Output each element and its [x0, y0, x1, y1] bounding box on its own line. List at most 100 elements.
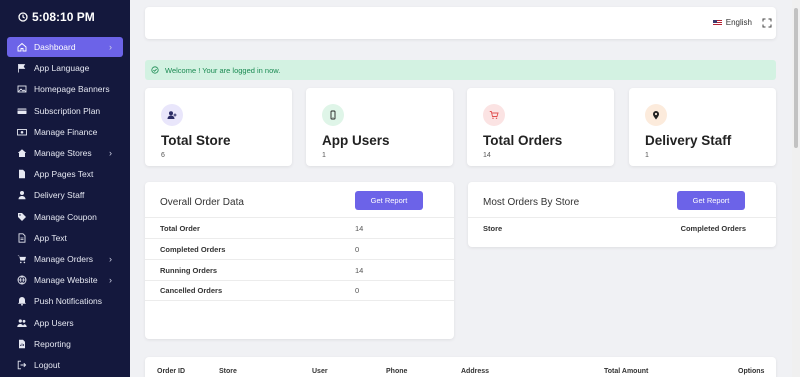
sidebar-item-label: App Pages Text [34, 169, 94, 180]
report-icon [16, 338, 27, 349]
globe-icon [16, 275, 27, 286]
expand-icon[interactable] [762, 18, 772, 28]
column-header: Order ID [157, 368, 186, 375]
sidebar-item-label: Manage Orders [34, 254, 94, 264]
sidebar: 5:08:10 PM Dashboard › App Language Homepag… [0, 0, 130, 377]
column-header: Phone [386, 368, 408, 375]
user-icon [16, 190, 27, 201]
language-label: English [725, 18, 752, 27]
sidebar-item-homepage-banners[interactable]: Homepage Banners [7, 79, 123, 99]
clock-time: 5:08:10 PM [32, 10, 95, 24]
sidebar-item-label: Manage Website [34, 275, 98, 286]
stat-value: 1 [645, 152, 649, 159]
logout-icon [16, 360, 27, 371]
chevron-right-icon: › [109, 42, 112, 52]
get-report-button[interactable]: Get Report [677, 191, 745, 210]
stat-title: Total Orders [483, 133, 563, 148]
sidebar-item-reporting[interactable]: Reporting [7, 334, 123, 354]
stat-card-total-orders[interactable]: Total Orders 14 [467, 88, 614, 166]
table-row: Total Order 14 [145, 217, 454, 238]
column-header-completed: Completed Orders [680, 223, 746, 233]
us-flag-icon [712, 19, 722, 26]
image-icon [16, 84, 27, 95]
sidebar-item-app-text[interactable]: App Text [7, 228, 123, 248]
chevron-right-icon: › [109, 275, 112, 286]
column-header-store: Store [483, 223, 503, 233]
store-icon [16, 148, 27, 159]
sidebar-item-subscription-plan[interactable]: Subscription Plan [7, 101, 123, 121]
sidebar-item-manage-stores[interactable]: Manage Stores › [7, 143, 123, 163]
overall-order-panel: Overall Order Data Get Report Total Orde… [145, 182, 454, 339]
table-row: Running Orders 14 [145, 259, 454, 280]
column-header: Address [461, 368, 490, 375]
stat-card-app-users[interactable]: App Users 1 [306, 88, 453, 166]
most-orders-panel: Most Orders By Store Get Report Store Co… [468, 182, 776, 247]
sidebar-item-label: Manage Finance [34, 126, 98, 137]
sidebar-item-label: Dashboard [34, 42, 76, 52]
sidebar-item-push-notifications[interactable]: Push Notifications [7, 291, 123, 311]
orders-table: Order ID Store User Phone Address Total … [145, 357, 776, 377]
row-label: Running Orders [160, 265, 218, 275]
sidebar-item-manage-finance[interactable]: Manage Finance [7, 122, 123, 142]
sidebar-item-label: Delivery Staff [34, 190, 85, 201]
text-file-icon [16, 232, 27, 243]
credit-card-icon [16, 105, 27, 116]
sidebar-item-label: App Text [34, 232, 67, 243]
panel-title: Overall Order Data [160, 197, 244, 208]
chevron-right-icon: › [109, 148, 112, 158]
sidebar-item-manage-coupon[interactable]: Manage Coupon [7, 207, 123, 227]
table-row: Cancelled Orders 0 [145, 280, 454, 301]
row-value: 14 [355, 265, 364, 275]
phone-icon [322, 104, 344, 126]
clock-icon [18, 12, 28, 22]
row-label: Cancelled Orders [160, 286, 223, 295]
sidebar-item-app-pages-text[interactable]: App Pages Text [7, 164, 123, 184]
language-selector[interactable]: English [712, 18, 752, 27]
stat-value: 14 [483, 152, 491, 159]
home-icon [16, 42, 27, 53]
column-header: User [312, 368, 328, 375]
sidebar-item-label: Subscription Plan [34, 105, 101, 116]
table-header-row: Store Completed Orders [468, 217, 776, 238]
stat-card-delivery-staff[interactable]: Delivery Staff 1 [629, 88, 776, 166]
sidebar-item-app-language[interactable]: App Language [7, 58, 123, 78]
sidebar-item-label: Logout [34, 360, 60, 370]
chevron-right-icon: › [109, 254, 112, 264]
row-label: Total Order [160, 223, 200, 233]
sidebar-item-dashboard[interactable]: Dashboard › [7, 37, 123, 57]
sidebar-item-label: Homepage Banners [34, 84, 110, 95]
stat-title: Delivery Staff [645, 133, 732, 148]
clock: 5:08:10 PM [0, 0, 130, 34]
money-icon [16, 126, 27, 137]
sidebar-item-manage-website[interactable]: Manage Website › [7, 270, 123, 290]
row-value: 14 [355, 223, 364, 233]
stat-value: 6 [161, 152, 165, 159]
sidebar-item-label: App Users [34, 317, 74, 328]
sidebar-item-delivery-staff[interactable]: Delivery Staff [7, 185, 123, 205]
top-bar: English [145, 7, 776, 39]
scrollbar-thumb[interactable] [794, 8, 798, 148]
alert-text: Welcome ! Your are logged in now. [165, 65, 281, 75]
stat-title: Total Store [161, 133, 231, 148]
column-header: Options [738, 368, 765, 375]
sidebar-item-app-users[interactable]: App Users [7, 313, 123, 333]
success-alert: Welcome ! Your are logged in now. [145, 60, 776, 80]
cart-icon [483, 104, 505, 126]
panel-title: Most Orders By Store [483, 197, 580, 208]
get-report-button[interactable]: Get Report [355, 191, 423, 210]
stat-card-total-store[interactable]: Total Store 6 [145, 88, 292, 166]
sidebar-item-label: Reporting [34, 338, 71, 349]
sidebar-item-manage-orders[interactable]: Manage Orders › [7, 249, 123, 269]
row-label: Completed Orders [160, 244, 226, 254]
file-icon [16, 169, 27, 180]
sidebar-item-label: App Language [34, 63, 90, 74]
sidebar-item-logout[interactable]: Logout [7, 355, 123, 375]
user-plus-icon [161, 104, 183, 126]
cart-icon [16, 254, 27, 265]
page-scrollbar[interactable] [792, 0, 800, 377]
flag-icon [16, 63, 27, 74]
stat-value: 1 [322, 152, 326, 159]
check-circle-icon [151, 66, 159, 74]
table-row: Completed Orders 0 [145, 238, 454, 259]
stat-title: App Users [322, 133, 390, 148]
